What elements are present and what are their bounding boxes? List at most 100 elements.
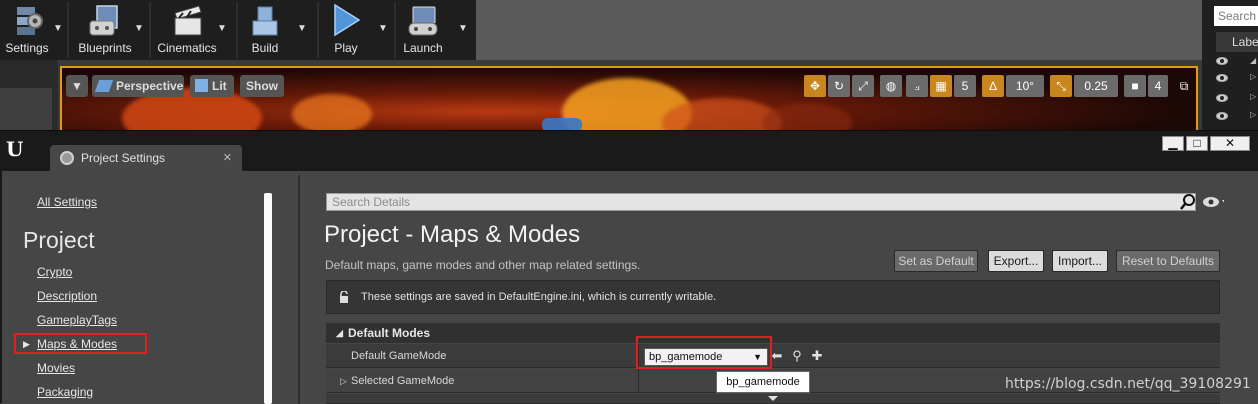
page-subtitle: Default maps, game modes and other map r… <box>325 258 641 272</box>
notice-text: These settings are saved in DefaultEngin… <box>361 291 717 303</box>
angle-icon: ∆ <box>989 79 997 93</box>
rotate-mode-button[interactable]: ↻ <box>828 75 850 97</box>
show-button[interactable]: Show <box>240 75 284 97</box>
level-viewport[interactable]: ▼ Perspective Lit Show ✥ ↻ ⤢ ◍ ⟓ ▦ 5 ∆ 1… <box>60 66 1198 130</box>
camera-icon: ■ <box>1131 79 1139 93</box>
close-window-button[interactable]: ✕ <box>1210 136 1250 151</box>
rotation-snap-value[interactable]: 10° <box>1006 75 1044 97</box>
scale-snap-toggle[interactable]: ⤡ <box>1050 75 1072 97</box>
page-title: Project - Maps & Modes <box>324 221 581 248</box>
rotation-snap-toggle[interactable]: ∆ <box>982 75 1004 97</box>
blueprints-button[interactable]: Blueprints <box>72 0 138 60</box>
search-details-input[interactable]: Search Details <box>326 193 1196 211</box>
expand-arrow-icon[interactable]: ▷ <box>1250 92 1256 101</box>
cinematics-button[interactable]: Cinematics <box>153 0 221 60</box>
nav-item-description[interactable]: Description <box>37 289 97 303</box>
expand-arrow-icon[interactable]: ◢ <box>1250 56 1256 65</box>
move-icon: ✥ <box>809 79 821 93</box>
highlight-box <box>636 336 772 369</box>
unlocked-lock-icon <box>340 291 348 303</box>
scale-mode-button[interactable]: ⤢ <box>852 75 874 97</box>
translate-mode-button[interactable]: ✥ <box>804 75 826 97</box>
maximize-icon: ⧉ <box>1179 79 1189 93</box>
nav-item-gameplaytags[interactable]: GameplayTags <box>37 313 117 327</box>
settings-dropdown-arrow[interactable]: ▼ <box>52 23 64 35</box>
search-icon[interactable] <box>1179 193 1197 211</box>
build-label: Build <box>251 41 279 55</box>
viewport-options-button[interactable]: ▼ <box>66 75 88 97</box>
selected-gamemode-label: Selected GameMode <box>351 375 455 387</box>
tab-project-settings[interactable]: Project Settings ✕ <box>50 145 242 171</box>
expand-arrow-icon[interactable]: ▷ <box>340 369 347 393</box>
globe-icon: ◍ <box>885 79 897 93</box>
add-new-plus-icon[interactable]: ✚ <box>810 348 824 364</box>
build-dropdown-arrow[interactable]: ▼ <box>296 23 308 35</box>
camera-speed-button[interactable]: ■ <box>1124 75 1146 97</box>
play-dropdown-arrow[interactable]: ▼ <box>377 23 389 35</box>
cinematics-label: Cinematics <box>157 41 217 55</box>
settings-nav: All Settings Project Crypto Description … <box>2 171 298 404</box>
panel-divider[interactable] <box>298 175 300 404</box>
maximize-viewport-button[interactable]: ⧉ <box>1174 75 1194 97</box>
grid-snap-value[interactable]: 5 <box>954 75 976 97</box>
column-divider <box>638 369 639 393</box>
browse-search-icon[interactable]: ⚲ <box>790 348 804 364</box>
build-button[interactable]: Build <box>238 0 292 60</box>
settings-gear-icon <box>60 151 74 165</box>
highlight-box <box>14 333 147 354</box>
set-as-default-button[interactable]: Set as Default <box>894 250 978 272</box>
settings-label: Settings <box>5 41 49 55</box>
all-settings-link[interactable]: All Settings <box>37 195 97 209</box>
lit-button[interactable]: Lit <box>190 75 234 97</box>
camera-speed-value[interactable]: 4 <box>1148 75 1168 97</box>
nav-item-movies[interactable]: Movies <box>37 361 75 375</box>
launch-label: Launch <box>403 41 443 55</box>
section-title: Default Modes <box>348 326 431 340</box>
left-panel-edge-light <box>0 88 52 130</box>
default-modes-section-header[interactable]: ◢ Default Modes <box>326 323 1220 343</box>
world-local-toggle[interactable]: ◍ <box>880 75 902 97</box>
launch-dropdown-arrow[interactable]: ▼ <box>457 23 469 35</box>
eye-icon[interactable] <box>1216 112 1228 120</box>
import-button[interactable]: Import... <box>1052 250 1108 272</box>
launch-button[interactable]: Launch <box>396 0 450 60</box>
scale-icon: ⤢ <box>858 79 868 93</box>
nav-item-crypto[interactable]: Crypto <box>37 265 72 279</box>
play-button[interactable]: Play <box>320 0 372 60</box>
perspective-button[interactable]: Perspective <box>92 75 184 97</box>
export-button[interactable]: Export... <box>988 250 1044 272</box>
outliner-search-input[interactable]: Search <box>1214 6 1258 26</box>
details-scroll-area <box>1224 171 1258 404</box>
toolbar-separator <box>67 2 69 58</box>
nav-item-packaging[interactable]: Packaging <box>37 385 93 399</box>
cinematics-dropdown-arrow[interactable]: ▼ <box>216 23 228 35</box>
eye-icon[interactable] <box>1216 57 1228 65</box>
eye-icon[interactable] <box>1216 94 1228 102</box>
blueprints-icon <box>89 5 118 36</box>
tab-title: Project Settings <box>81 151 166 165</box>
toolbar-separator <box>317 2 319 58</box>
expand-arrow-icon[interactable]: ▷ <box>1250 72 1256 81</box>
settings-button[interactable]: Settings <box>0 0 54 60</box>
nav-scrollbar[interactable] <box>264 193 272 404</box>
expand-arrow-icon[interactable]: ▷ <box>1250 110 1256 119</box>
close-tab-icon[interactable]: ✕ <box>223 145 232 171</box>
maximize-button[interactable]: □ <box>1186 136 1208 151</box>
toolbar-empty-area <box>476 0 1202 60</box>
lit-cube-icon <box>195 79 208 92</box>
gamepad-icon <box>408 6 438 36</box>
surface-snap-button[interactable]: ⟓ <box>906 75 928 97</box>
grid-snap-toggle[interactable]: ▦ <box>930 75 952 97</box>
maximize-icon: □ <box>1193 136 1201 150</box>
reset-to-defaults-button[interactable]: Reset to Defaults <box>1116 250 1220 272</box>
perspective-icon <box>94 80 114 92</box>
use-selected-arrow-icon[interactable]: ⬅ <box>770 348 784 364</box>
blueprints-dropdown-arrow[interactable]: ▼ <box>133 23 145 35</box>
default-gamemode-label: Default GameMode <box>351 350 447 362</box>
outliner-label-column[interactable]: Labe <box>1216 32 1258 52</box>
scale-snap-value[interactable]: 0.25 <box>1074 75 1118 97</box>
eye-icon[interactable] <box>1216 74 1228 82</box>
fire-effect <box>762 103 852 130</box>
perspective-label: Perspective <box>116 79 184 93</box>
minimize-button[interactable]: ▁ <box>1162 136 1184 151</box>
